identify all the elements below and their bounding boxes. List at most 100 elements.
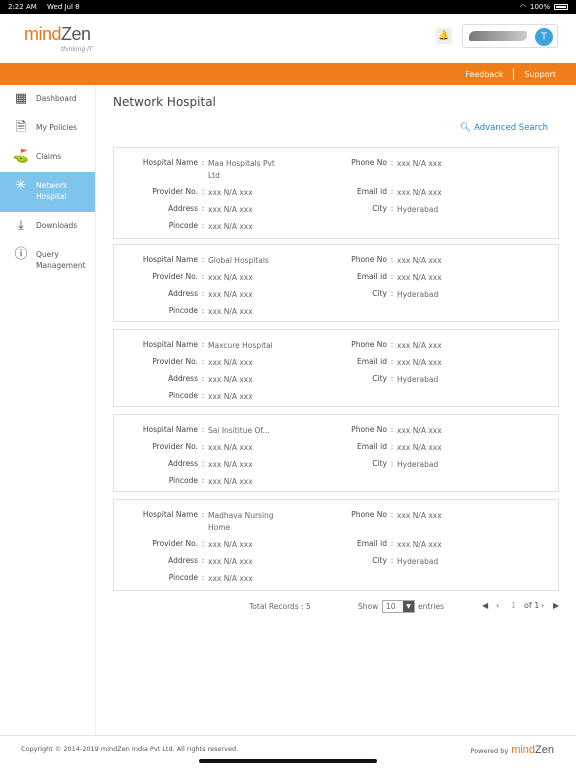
chevron-down-icon: ▼: [403, 601, 414, 612]
city-value: Hyderabad: [397, 557, 439, 566]
address-label: Address: [168, 459, 198, 468]
feedback-link[interactable]: Feedback: [465, 70, 503, 79]
sidebar-item-downloads[interactable]: ⤓ Downloads: [0, 212, 95, 241]
company-logo: [469, 31, 527, 41]
powered-by-label: Powered by: [470, 747, 509, 755]
email-label: Email id: [356, 539, 387, 548]
avatar[interactable]: T: [535, 28, 553, 46]
powered-by: Powered by mindZen: [471, 744, 555, 756]
address-value: xxx N/A xxx: [208, 290, 253, 299]
city-value: Hyderabad: [397, 460, 439, 469]
download-icon: ⤓: [18, 218, 24, 233]
pincode-value: xxx N/A xxx: [208, 477, 253, 486]
provider-value: xxx N/A xxx: [208, 188, 253, 197]
sidebar-item-network-hospital[interactable]: ✳ Network Hospital: [0, 172, 95, 212]
dashboard-icon: ▦: [14, 91, 28, 106]
next-page-icon[interactable]: ›: [541, 601, 544, 610]
hospital-card: Hospital Name: Maa Hospitals Pvt Ltd Prov…: [113, 147, 559, 239]
status-bar: 2:22 AM Wed Jul 8 ◠ 100%: [0, 0, 576, 14]
address-value: xxx N/A xxx: [208, 557, 253, 566]
address-value: xxx N/A xxx: [208, 375, 253, 384]
footer-brand-main: Zen: [535, 744, 554, 756]
logo-accent: mind: [24, 24, 62, 44]
battery-percent: 100%: [529, 3, 550, 11]
phone-value: xxx N/A xxx: [397, 159, 442, 168]
hospital-name-value: Sai Insititue Of...: [208, 426, 270, 435]
pincode-value: xxx N/A xxx: [208, 574, 253, 583]
phone-label: Phone No: [351, 340, 387, 349]
email-label: Email id: [356, 272, 387, 281]
phone-label: Phone No: [351, 425, 387, 434]
prev-page-icon[interactable]: ‹: [496, 601, 499, 610]
provider-value: xxx N/A xxx: [208, 540, 253, 549]
city-label: City: [372, 289, 387, 298]
email-value: xxx N/A xxx: [397, 273, 442, 282]
email-label: Email id: [356, 442, 387, 451]
hospital-card: Hospital Name: Maxcure Hospital Provider …: [113, 329, 559, 407]
top-nav-bar: Feedback Support: [0, 63, 576, 85]
provider-label: Provider No.: [152, 539, 198, 548]
divider: [513, 68, 515, 80]
page-size-select[interactable]: 10 ▼: [382, 600, 415, 613]
policy-document-icon: 🗎: [15, 120, 27, 135]
city-value: Hyderabad: [397, 290, 439, 299]
provider-value: xxx N/A xxx: [208, 443, 253, 452]
logo-main: Zen: [61, 24, 91, 44]
battery-icon: [554, 4, 568, 10]
sidebar-item-my-policies[interactable]: 🗎 My Policies: [0, 114, 95, 143]
sidebar-item-claims[interactable]: ⛳ Claims: [0, 143, 95, 172]
city-label: City: [372, 204, 387, 213]
search-icon: 🔍︎: [459, 123, 472, 133]
hospital-name-value: Maxcure Hospital: [208, 341, 273, 350]
city-label: City: [372, 459, 387, 468]
wifi-icon: ◠: [519, 3, 526, 11]
main-content: Network Hospital 🔍︎ Advanced Search Hosp…: [96, 85, 576, 735]
hospital-name-value: Maa Hospitals Pvt Ltd: [208, 159, 275, 180]
email-value: xxx N/A xxx: [397, 443, 442, 452]
status-time: 2:22 AM: [8, 3, 37, 11]
provider-label: Provider No.: [152, 272, 198, 281]
app-header: mindZen thinking IT 🔔 T: [0, 14, 576, 63]
entries-label: entries: [418, 602, 444, 611]
hospital-card: Hospital Name: Global Hospitals Provider …: [113, 244, 559, 322]
first-page-icon[interactable]: ◀: [482, 601, 488, 610]
hospital-name-value: Madhava Nursing Home: [208, 511, 274, 532]
email-value: xxx N/A xxx: [397, 540, 442, 549]
phone-label: Phone No: [351, 255, 387, 264]
hospital-name-label: Hospital Name: [142, 510, 198, 519]
show-label: Show: [358, 602, 379, 611]
sidebar-item-label: Dashboard: [36, 94, 77, 103]
advanced-search-link[interactable]: 🔍︎ Advanced Search: [460, 123, 548, 133]
provider-label: Provider No.: [152, 357, 198, 366]
address-label: Address: [168, 204, 198, 213]
last-page-icon[interactable]: ▶: [553, 601, 559, 610]
email-value: xxx N/A xxx: [397, 358, 442, 367]
pincode-label: Pincode: [168, 476, 198, 485]
advanced-search-label: Advanced Search: [474, 123, 548, 133]
sidebar-item-label: Downloads: [36, 221, 78, 230]
logo-tagline: thinking IT: [60, 46, 93, 53]
phone-value: xxx N/A xxx: [397, 256, 442, 265]
mindzen-logo[interactable]: mindZen thinking IT: [24, 24, 93, 53]
network-icon: ✳: [15, 178, 27, 193]
phone-value: xxx N/A xxx: [397, 341, 442, 350]
hospital-name-label: Hospital Name: [142, 425, 198, 434]
sidebar-item-dashboard[interactable]: ▦ Dashboard: [0, 85, 95, 114]
page-size-value: 10: [386, 602, 396, 611]
footer: Copyright © 2014-2019 mindZen India Pvt …: [0, 735, 576, 768]
status-date: Wed Jul 8: [47, 3, 80, 11]
hospital-card: Hospital Name: Madhava Nursing Home Provi…: [113, 499, 559, 591]
email-label: Email id: [356, 357, 387, 366]
city-label: City: [372, 374, 387, 383]
current-page[interactable]: 1: [511, 601, 516, 610]
profile-menu[interactable]: T: [462, 24, 558, 48]
sidebar-item-label: Query Management: [36, 250, 86, 270]
home-indicator[interactable]: [199, 759, 377, 763]
page-title: Network Hospital: [113, 95, 216, 109]
sidebar-item-query-management[interactable]: ⓘ Query Management: [0, 241, 95, 281]
pagination-bar: Total Records : 5 Show 10 ▼ entries ◀ ‹ …: [96, 600, 576, 616]
bell-icon[interactable]: 🔔: [436, 28, 452, 44]
pincode-label: Pincode: [168, 573, 198, 582]
support-link[interactable]: Support: [524, 70, 556, 79]
address-label: Address: [168, 289, 198, 298]
